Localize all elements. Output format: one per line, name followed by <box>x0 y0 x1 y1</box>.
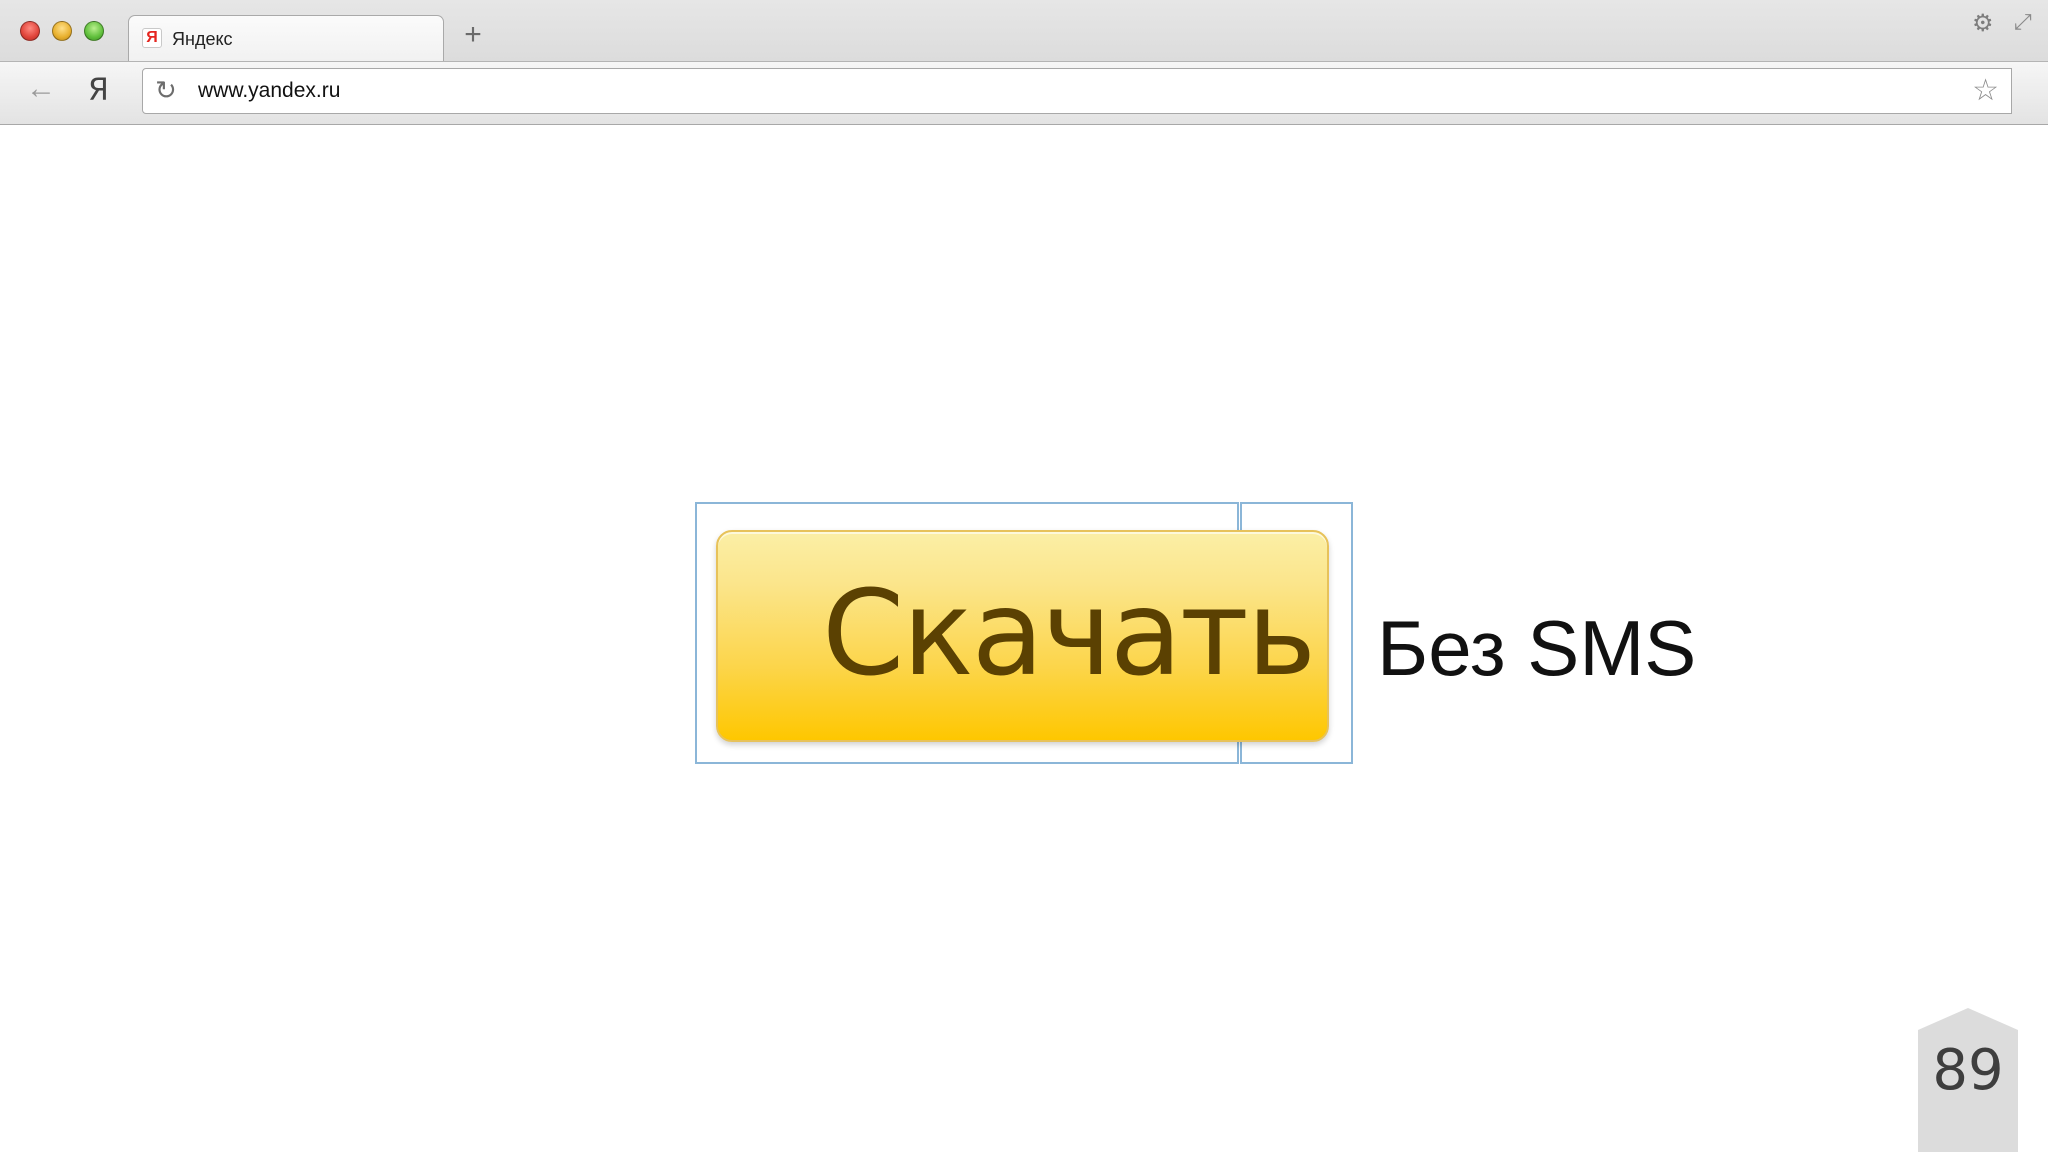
bookmark-star-icon[interactable]: ☆ <box>1972 73 1999 108</box>
yandex-favicon-icon: Я <box>142 28 162 48</box>
yandex-logo-icon[interactable]: Я <box>88 73 109 108</box>
back-arrow-icon[interactable]: ← <box>26 72 56 106</box>
window-maximize-button[interactable] <box>84 21 104 41</box>
page-number: 89 <box>1932 1038 2004 1103</box>
new-tab-button[interactable]: + <box>458 20 488 50</box>
url-text[interactable]: www.yandex.ru <box>198 79 340 103</box>
page-number-badge: 89 <box>1918 1008 2018 1152</box>
window-minimize-button[interactable] <box>52 21 72 41</box>
window-close-button[interactable] <box>20 21 40 41</box>
address-bar[interactable]: ↻ www.yandex.ru ☆ <box>142 68 2012 114</box>
settings-gear-icon[interactable]: ⚙ <box>1972 9 1994 38</box>
no-sms-text: Без SMS <box>1377 604 1697 692</box>
download-button-label: Скачать <box>822 564 1316 702</box>
browser-toolbar: ← Я ↻ www.yandex.ru ☆ <box>0 61 2048 124</box>
slide-frame: Я Яндекс + ⚙ ⤢ ← Я ↻ www.yandex.ru ☆ Ска… <box>0 0 2048 1152</box>
browser-tab-yandex[interactable]: Я Яндекс <box>128 15 444 61</box>
reload-icon[interactable]: ↻ <box>155 75 177 106</box>
browser-chrome: Я Яндекс + ⚙ ⤢ ← Я ↻ www.yandex.ru ☆ <box>0 0 2048 125</box>
fullscreen-icon[interactable]: ⤢ <box>2014 9 2032 35</box>
download-button[interactable]: Скачать <box>716 530 1329 742</box>
tab-title: Яндекс <box>172 29 233 49</box>
